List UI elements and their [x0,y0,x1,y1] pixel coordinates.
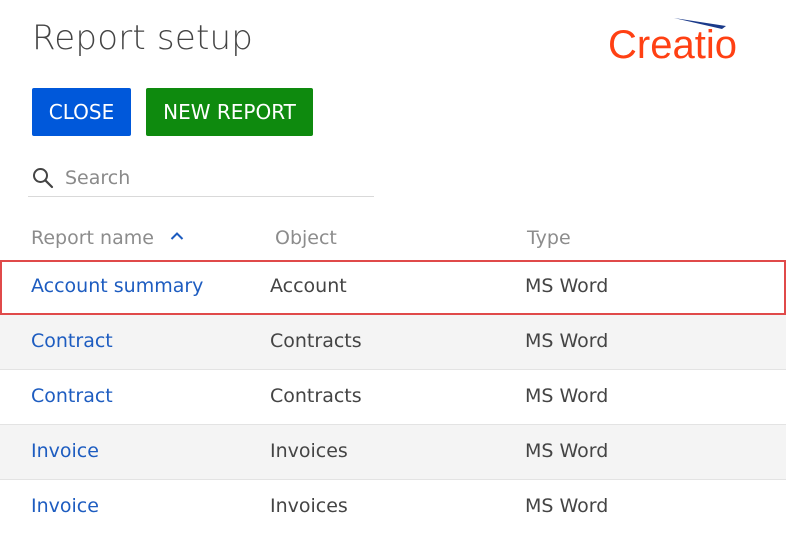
report-object: Account [270,275,347,297]
report-name-link[interactable]: Contract [31,385,113,407]
search-input[interactable] [65,162,365,194]
table-row[interactable]: Account summary Account MS Word [0,260,786,315]
close-button[interactable]: CLOSE [32,88,131,136]
table-header: Report name Object Type [0,222,786,258]
sort-ascending-icon[interactable] [170,231,184,241]
table-row[interactable]: Invoice Invoices MS Word [0,480,786,535]
report-object: Invoices [270,495,348,517]
table-row[interactable]: Contract Contracts MS Word [0,315,786,370]
column-header-type[interactable]: Type [527,227,571,249]
report-type: MS Word [525,385,609,407]
logo-text: Creatio [608,23,737,66]
report-object: Invoices [270,440,348,462]
report-type: MS Word [525,495,609,517]
column-header-label: Report name [31,227,154,249]
new-report-button[interactable]: NEW REPORT [146,88,313,136]
report-object: Contracts [270,385,362,407]
table-row[interactable]: Contract Contracts MS Word [0,370,786,425]
creatio-logo: Creatio [608,18,737,66]
report-object: Contracts [270,330,362,352]
page-title: Report setup [32,18,254,58]
search-bar [28,160,374,197]
report-name-link[interactable]: Account summary [31,275,203,297]
table-row[interactable]: Invoice Invoices MS Word [0,425,786,480]
column-header-object[interactable]: Object [275,227,337,249]
report-type: MS Word [525,275,609,297]
report-type: MS Word [525,440,609,462]
report-type: MS Word [525,330,609,352]
report-name-link[interactable]: Invoice [31,495,99,517]
column-header-report-name[interactable]: Report name [31,227,184,249]
report-name-link[interactable]: Invoice [31,440,99,462]
search-icon[interactable] [32,167,54,189]
report-name-link[interactable]: Contract [31,330,113,352]
report-list: Account summary Account MS Word Contract… [0,260,786,535]
